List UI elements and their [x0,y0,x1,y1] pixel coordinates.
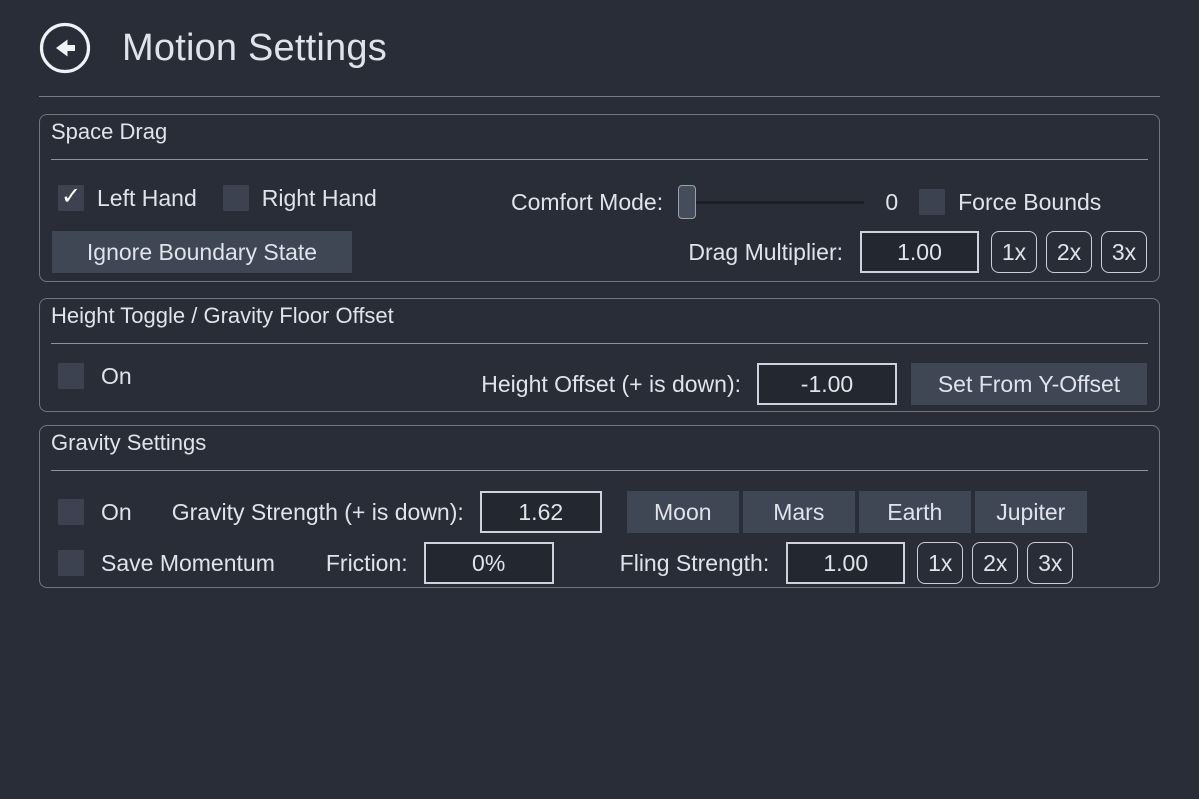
slider-track [678,201,865,204]
friction-field[interactable]: 0% [423,542,554,584]
check-icon: ✓ [60,183,82,210]
gravity-settings-title: Gravity Settings [51,430,207,455]
space-drag-divider [51,159,1148,160]
motion-settings-screen: Motion Settings Space Drag ✓ Left Hand ✓… [0,0,1199,799]
header: Motion Settings [0,0,1199,96]
space-drag-panel: Space Drag ✓ Left Hand ✓ Right Hand Comf… [39,114,1160,282]
right-hand-checkbox[interactable]: ✓ [222,185,249,211]
gravity-settings-divider [51,470,1148,471]
gravity-strength-field[interactable]: 1.62 [479,491,602,533]
comfort-mode-slider[interactable] [678,185,865,219]
comfort-mode-value: 0 [885,188,899,215]
gravity-strength-label: Gravity Strength (+ is down): [171,498,464,525]
friction-label: Friction: [325,549,408,576]
back-button[interactable] [36,19,94,77]
force-bounds-label: Force Bounds [958,188,1102,215]
height-toggle-title: Height Toggle / Gravity Floor Offset [51,303,394,328]
height-toggle-on-checkbox[interactable]: ✓ [58,363,84,389]
gravity-preset-earth-button[interactable]: Earth [858,491,971,533]
header-divider [39,96,1160,97]
height-offset-label: Height Offset (+ is down): [481,370,741,397]
gravity-settings-panel: Gravity Settings ✓ On Gravity Strength (… [39,425,1160,588]
space-drag-title: Space Drag [51,119,168,144]
drag-multiplier-3x-button[interactable]: 3x [1101,231,1147,273]
ignore-boundary-state-button[interactable]: Ignore Boundary State [52,231,352,273]
back-arrow-circle-icon [37,20,93,76]
drag-multiplier-row: Drag Multiplier: 1.00 1x 2x 3x [688,231,1147,273]
save-momentum-checkbox[interactable]: ✓ [58,550,84,576]
gravity-on-row: ✓ On Gravity Strength (+ is down): 1.62 … [58,491,1087,533]
save-momentum-label: Save Momentum [101,549,275,576]
height-offset-field[interactable]: -1.00 [757,363,897,405]
height-toggle-divider [51,343,1148,344]
left-hand-label: Left Hand [97,184,197,211]
drag-multiplier-1x-button[interactable]: 1x [991,231,1037,273]
space-drag-row-comfort: Comfort Mode: 0 ✓ Force Bounds [511,185,1101,219]
right-hand-label: Right Hand [261,184,377,211]
height-offset-row: Height Offset (+ is down): -1.00 Set Fro… [481,363,1147,405]
set-from-y-offset-button[interactable]: Set From Y-Offset [911,363,1147,405]
height-toggle-panel: Height Toggle / Gravity Floor Offset ✓ O… [39,298,1160,412]
fling-strength-field[interactable]: 1.00 [786,542,906,584]
drag-multiplier-label: Drag Multiplier: [688,238,843,265]
fling-strength-label: Fling Strength: [619,549,770,576]
left-hand-checkbox[interactable]: ✓ [58,185,84,211]
comfort-mode-label: Comfort Mode: [511,188,664,215]
fling-strength-3x-button[interactable]: 3x [1027,542,1074,584]
slider-thumb[interactable] [678,185,697,219]
drag-multiplier-2x-button[interactable]: 2x [1046,231,1092,273]
gravity-preset-mars-button[interactable]: Mars [742,491,855,533]
height-toggle-on-row: ✓ On [58,363,132,389]
fling-strength-1x-button[interactable]: 1x [917,542,964,584]
gravity-preset-moon-button[interactable]: Moon [626,491,739,533]
space-drag-row-hands: ✓ Left Hand ✓ Right Hand [58,185,377,211]
gravity-preset-jupiter-button[interactable]: Jupiter [974,491,1087,533]
drag-multiplier-field[interactable]: 1.00 [860,231,979,273]
fling-strength-2x-button[interactable]: 2x [972,542,1019,584]
save-momentum-row: ✓ Save Momentum Friction: 0% Fling Stren… [58,542,1074,584]
gravity-on-checkbox[interactable]: ✓ [58,499,84,525]
page-title: Motion Settings [122,27,387,69]
gravity-on-label: On [101,498,132,525]
height-toggle-on-label: On [101,362,132,389]
force-bounds-checkbox[interactable]: ✓ [919,189,946,215]
